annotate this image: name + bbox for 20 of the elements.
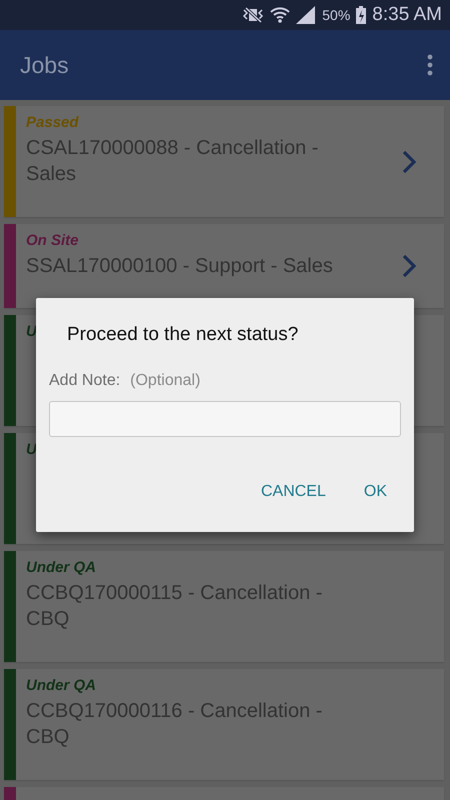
note-field[interactable] — [49, 401, 401, 437]
wifi-icon — [270, 5, 290, 25]
app-title: Jobs — [20, 52, 69, 78]
dialog-button[interactable]: CANCEL — [252, 479, 334, 505]
vibrate-icon — [242, 7, 264, 23]
job-status: On Site — [26, 232, 79, 249]
note-label: Add Note: — [49, 372, 120, 390]
job-status: Under QA — [26, 677, 96, 694]
overflow-menu-icon[interactable] — [426, 54, 434, 76]
signal-icon — [296, 6, 316, 24]
note-hint: (Optional) — [130, 372, 200, 390]
chevron-right-icon[interactable] — [402, 254, 416, 278]
battery-icon — [356, 6, 366, 24]
job-status: Under QA — [26, 559, 96, 576]
clock: 8:35 AM — [372, 4, 442, 26]
battery-percent: 50% — [322, 7, 350, 23]
job-status: Passed — [26, 114, 79, 131]
dialog-button[interactable]: OK — [356, 479, 395, 505]
dialog-title: Proceed to the next status? — [67, 324, 300, 346]
chevron-right-icon[interactable] — [402, 150, 416, 174]
